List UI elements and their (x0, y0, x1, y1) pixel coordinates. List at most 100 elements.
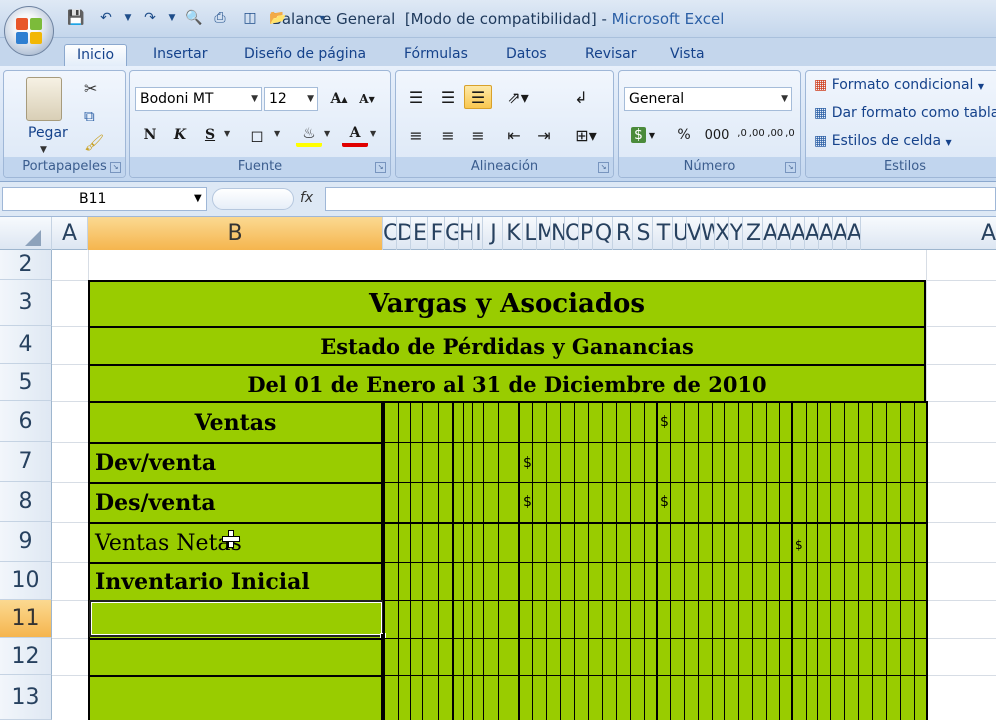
row-header-9[interactable]: 9 (0, 522, 52, 562)
select-all-corner[interactable] (0, 217, 52, 250)
tab-formulas[interactable]: Fórmulas (392, 44, 480, 66)
underline-button[interactable]: S (198, 123, 222, 147)
print-preview-icon[interactable]: 🔍 (184, 8, 204, 28)
open-folder-icon[interactable]: 📂 (268, 8, 288, 28)
paste-dropdown-icon[interactable]: ▼ (40, 145, 47, 155)
conditional-format-button[interactable]: ▦ Formato condicional ▼ (814, 77, 984, 93)
row-header-7[interactable]: 7 (0, 442, 52, 482)
tab-vista[interactable]: Vista (658, 44, 717, 66)
row-header-13[interactable]: 13 (0, 675, 52, 720)
shrink-font-button[interactable]: A ▼ (354, 87, 380, 111)
align-center-icon[interactable]: ≡ (434, 123, 462, 147)
column-header-l[interactable]: L (523, 217, 537, 250)
paste-button[interactable]: Pegar (28, 125, 68, 141)
tab-insertar[interactable]: Insertar (141, 44, 220, 66)
label-cell-row-12[interactable] (88, 638, 383, 675)
format-as-table-button[interactable]: ▦ Dar formato como tabla (814, 105, 996, 121)
column-header-r[interactable]: R (613, 217, 633, 250)
column-header-i[interactable]: I (473, 217, 483, 250)
bold-button[interactable]: N (138, 123, 162, 147)
column-header-z[interactable]: Z (743, 217, 763, 250)
font-name-select[interactable]: Bodoni MT ▼ (135, 87, 262, 111)
column-header-y[interactable]: Y (729, 217, 743, 250)
column-header-m[interactable]: M (537, 217, 551, 250)
redo-dropdown-icon[interactable]: ▼ (162, 8, 182, 28)
column-header-af[interactable]: AF (833, 217, 847, 250)
row-header-11[interactable]: 11 (0, 600, 52, 638)
column-header-u[interactable]: U (673, 217, 687, 250)
print-icon[interactable]: ⎙ (210, 8, 230, 28)
column-header-k[interactable]: K (503, 217, 523, 250)
formula-input[interactable] (325, 187, 996, 211)
label-cell-row-13[interactable] (88, 675, 383, 720)
underline-dropdown-icon[interactable]: ▼ (224, 129, 230, 138)
column-header-ag[interactable]: AG (847, 217, 861, 250)
column-header-ae[interactable]: AE (819, 217, 833, 250)
column-header-w[interactable]: W (701, 217, 715, 250)
column-header-v[interactable]: V (687, 217, 701, 250)
tab-inicio[interactable]: Inicio (64, 44, 128, 66)
label-cell-dev-venta[interactable]: Dev/venta (88, 442, 383, 482)
accounting-format-button[interactable]: $ ▼ (623, 123, 663, 147)
undo-dropdown-icon[interactable]: ▼ (118, 8, 138, 28)
name-box-dropdown-icon[interactable]: ▼ (194, 193, 202, 204)
cut-icon[interactable]: ✂ (84, 79, 97, 98)
column-header-b[interactable]: B (88, 217, 383, 250)
increase-decimal-button[interactable]: ,0 ,00 (737, 121, 765, 145)
column-header-aa[interactable]: AA (763, 217, 777, 250)
column-header-e[interactable]: E (411, 217, 428, 250)
name-box[interactable]: B11 (2, 187, 207, 211)
column-header-d[interactable]: D (397, 217, 411, 250)
align-left-icon[interactable]: ≡ (402, 123, 430, 147)
cell-styles-button[interactable]: ▦ Estilos de celda ▼ (814, 133, 952, 149)
column-header-f[interactable]: F (428, 217, 445, 250)
grow-font-button[interactable]: A ▲ (326, 87, 352, 111)
paste-icon[interactable] (26, 77, 62, 121)
align-middle-icon[interactable]: ☰ (434, 85, 462, 109)
row-header-5[interactable]: 5 (0, 364, 52, 401)
orientation-icon[interactable]: ⇗▾ (500, 85, 536, 109)
comma-style-button[interactable]: 000 (701, 123, 733, 147)
row-header-4[interactable]: 4 (0, 326, 52, 364)
number-launcher-icon[interactable]: ↘ (785, 162, 796, 173)
statement-title-cell[interactable]: Estado de Pérdidas y Ganancias (88, 326, 926, 364)
align-right-icon[interactable]: ≡ (464, 123, 492, 147)
font-launcher-icon[interactable]: ↘ (375, 162, 386, 173)
undo-icon[interactable]: ↶ (96, 8, 116, 28)
font-color-button[interactable]: A (342, 123, 368, 147)
borders-icon[interactable]: ◻ (242, 123, 272, 147)
row-header-6[interactable]: 6 (0, 401, 52, 442)
row-header-3[interactable]: 3 (0, 280, 52, 326)
column-header-s[interactable]: S (633, 217, 653, 250)
font-color-dropdown-icon[interactable]: ▼ (370, 129, 376, 138)
merge-center-icon[interactable]: ⊞▾ (568, 123, 604, 147)
align-bottom-icon[interactable]: ☰ (464, 85, 492, 109)
row-header-2[interactable]: 2 (0, 250, 52, 280)
column-header-g[interactable]: G (445, 217, 459, 250)
column-header-n[interactable]: N (551, 217, 565, 250)
column-header-h[interactable]: H (459, 217, 473, 250)
column-header-ac[interactable]: AC (791, 217, 805, 250)
column-header-overflow[interactable]: A (928, 217, 996, 250)
redo-icon[interactable]: ↷ (140, 8, 160, 28)
column-header-ab[interactable]: AB (777, 217, 791, 250)
fill-color-icon[interactable]: ♨ (296, 123, 322, 147)
column-header-j[interactable]: J (483, 217, 503, 250)
wrap-text-icon[interactable]: ↲ (568, 85, 594, 109)
tab-revisar[interactable]: Revisar (573, 44, 649, 66)
column-header-a[interactable]: A (52, 217, 88, 250)
office-button[interactable] (4, 6, 54, 56)
column-header-ad[interactable]: AD (805, 217, 819, 250)
label-cell-ventas[interactable]: Ventas (88, 401, 383, 442)
row-header-10[interactable]: 10 (0, 562, 52, 600)
formula-splitter-handle[interactable] (212, 188, 294, 210)
label-cell-inventario-inicial[interactable]: Inventario Inicial (88, 562, 383, 600)
number-format-select[interactable]: General ▼ (624, 87, 792, 111)
alignment-launcher-icon[interactable]: ↘ (598, 162, 609, 173)
borders-dropdown-icon[interactable]: ▼ (274, 129, 280, 138)
save-icon[interactable]: 💾 (66, 8, 86, 28)
period-cell[interactable]: Del 01 de Enero al 31 de Diciembre de 20… (88, 364, 926, 402)
decrease-decimal-button[interactable]: ,00 ,0 (767, 121, 795, 145)
customize-qat-icon[interactable]: ▾ (312, 8, 332, 28)
format-painter-icon[interactable]: 🖌 (84, 133, 104, 152)
